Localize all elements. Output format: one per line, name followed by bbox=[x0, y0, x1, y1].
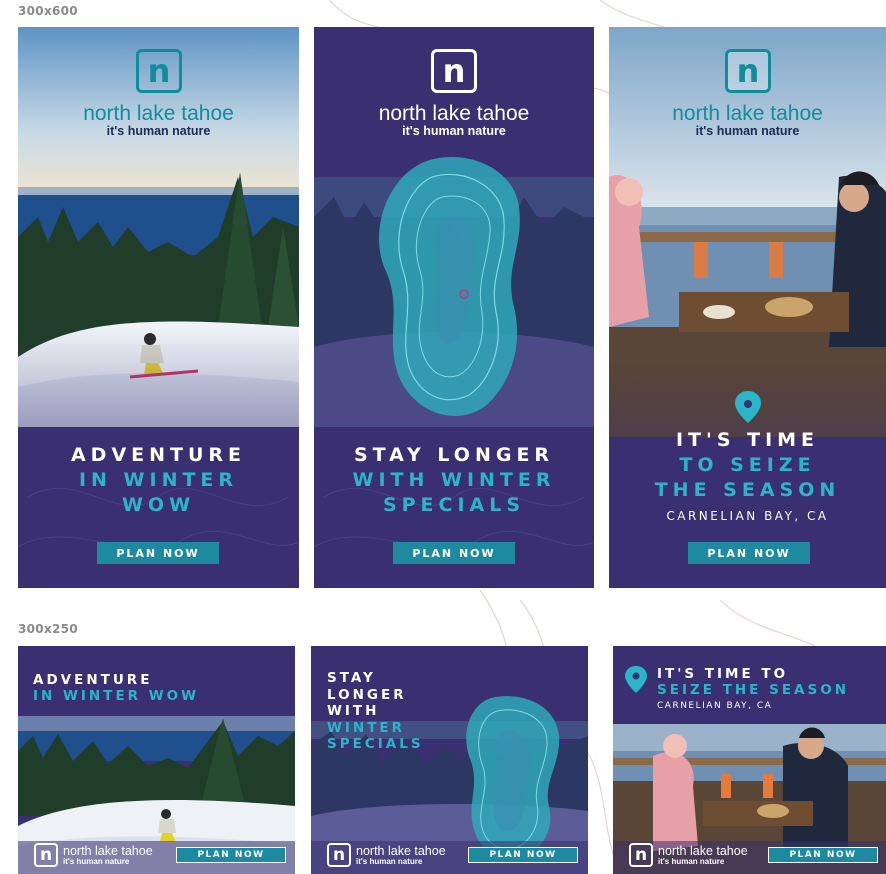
headline: ADVENTURE IN WINTER WOW bbox=[33, 672, 199, 704]
headline: IT'S TIME TO SEIZE THE SEASON bbox=[657, 666, 849, 698]
plan-now-button[interactable]: PLAN NOW bbox=[97, 542, 219, 564]
headline-line-1: STAY LONGER bbox=[353, 444, 555, 466]
north-lake-tahoe-logo-icon: n bbox=[136, 49, 182, 93]
ad-tall-its-time[interactable]: n north lake tahoe it's human nature IT'… bbox=[609, 27, 886, 588]
brand-name: north lake tahoe bbox=[672, 102, 823, 125]
brand-lockup: north lake tahoe it's human nature bbox=[609, 103, 886, 138]
headline-line-4: WINTER bbox=[327, 719, 406, 736]
location-text: CARNELIAN BAY, CA bbox=[666, 509, 829, 523]
north-lake-tahoe-logo-icon: n bbox=[431, 49, 477, 93]
section-label-300x600: 300x600 bbox=[18, 4, 78, 18]
headline-line-1: IT'S TIME TO bbox=[657, 666, 789, 682]
footer-brand-lockup: n north lake tahoe it's human nature bbox=[34, 843, 153, 867]
brand-tagline: it's human nature bbox=[106, 124, 211, 138]
headline-line-1: ADVENTURE bbox=[33, 672, 153, 688]
headline: STAY LONGER WITH WINTER SPECIALS bbox=[314, 443, 594, 518]
plan-now-button[interactable]: PLAN NOW bbox=[468, 847, 578, 863]
headline: STAY LONGER WITH WINTER SPECIALS bbox=[327, 670, 424, 753]
headline-line-5: SPECIALS bbox=[327, 736, 424, 752]
headline: ADVENTURE IN WINTER WOW bbox=[18, 443, 299, 518]
brand-lockup: north lake tahoe it's human nature bbox=[314, 103, 594, 138]
plan-now-button[interactable]: PLAN NOW bbox=[393, 542, 515, 564]
headline-line-1: IT'S TIME bbox=[675, 429, 820, 451]
brand-name: north lake tahoe bbox=[63, 843, 153, 858]
footer-brand-lockup: n north lake tahoe it's human nature bbox=[327, 843, 446, 867]
section-label-300x250: 300x250 bbox=[18, 622, 78, 636]
lake-tahoe-contour-shape bbox=[466, 696, 560, 860]
logo-letter: n bbox=[39, 845, 53, 865]
brand-name: north lake tahoe bbox=[356, 843, 446, 858]
brand-tagline: it's human nature bbox=[356, 856, 423, 866]
ad-tall-adventure[interactable]: n north lake tahoe it's human nature ADV… bbox=[18, 27, 299, 588]
lake-tahoe-contour-shape bbox=[378, 157, 520, 416]
headline-line-3: THE SEASON bbox=[654, 479, 841, 501]
north-lake-tahoe-logo-icon: n bbox=[327, 843, 351, 867]
headline-line-3: WOW bbox=[121, 494, 196, 516]
headline-line-3: SPECIALS bbox=[382, 494, 526, 516]
ad-medium-stay-longer[interactable]: STAY LONGER WITH WINTER SPECIALS n north… bbox=[311, 646, 588, 874]
logo-letter: n bbox=[442, 52, 466, 90]
north-lake-tahoe-logo-icon: n bbox=[725, 49, 771, 93]
headline-line-2: IN WINTER WOW bbox=[33, 688, 200, 704]
north-lake-tahoe-logo-icon: n bbox=[34, 843, 58, 867]
footer-brand-lockup: n north lake tahoe it's human nature bbox=[629, 843, 748, 867]
location-text: CARNELIAN BAY, CA bbox=[657, 701, 773, 711]
brand-tagline: it's human nature bbox=[63, 856, 130, 866]
north-lake-tahoe-logo-icon: n bbox=[629, 843, 653, 867]
brand-tagline: it's human nature bbox=[402, 124, 506, 138]
plan-now-button[interactable]: PLAN NOW bbox=[176, 847, 286, 863]
headline-line-1: STAY bbox=[327, 670, 376, 686]
headline-line-2: SEIZE THE SEASON bbox=[657, 682, 849, 698]
brand-name: north lake tahoe bbox=[658, 843, 748, 858]
headline-line-2: IN WINTER bbox=[78, 469, 239, 491]
logo-letter: n bbox=[147, 52, 171, 90]
logo-letter: n bbox=[634, 845, 648, 865]
logo-letter: n bbox=[332, 845, 346, 865]
logo-letter: n bbox=[736, 52, 760, 90]
plan-now-button[interactable]: PLAN NOW bbox=[688, 542, 810, 564]
ad-medium-adventure[interactable]: ADVENTURE IN WINTER WOW n north lake tah… bbox=[18, 646, 295, 874]
brand-lockup: north lake tahoe it's human nature bbox=[18, 103, 299, 138]
headline-line-2: LONGER bbox=[327, 686, 407, 703]
ad-medium-its-time[interactable]: IT'S TIME TO SEIZE THE SEASON CARNELIAN … bbox=[613, 646, 886, 874]
headline-line-3: WITH bbox=[327, 703, 380, 719]
brand-tagline: it's human nature bbox=[658, 856, 725, 866]
brand-name: north lake tahoe bbox=[83, 102, 234, 125]
ad-tall-stay-longer[interactable]: n north lake tahoe it's human nature STA… bbox=[314, 27, 594, 588]
headline-line-1: ADVENTURE bbox=[70, 444, 247, 466]
headline-line-2: TO SEIZE bbox=[679, 454, 816, 476]
headline-line-2: WITH WINTER bbox=[352, 469, 556, 491]
brand-name: north lake tahoe bbox=[378, 102, 530, 125]
brand-tagline: it's human nature bbox=[695, 124, 800, 138]
plan-now-button[interactable]: PLAN NOW bbox=[768, 847, 878, 863]
headline: IT'S TIME TO SEIZE THE SEASON bbox=[609, 428, 886, 503]
